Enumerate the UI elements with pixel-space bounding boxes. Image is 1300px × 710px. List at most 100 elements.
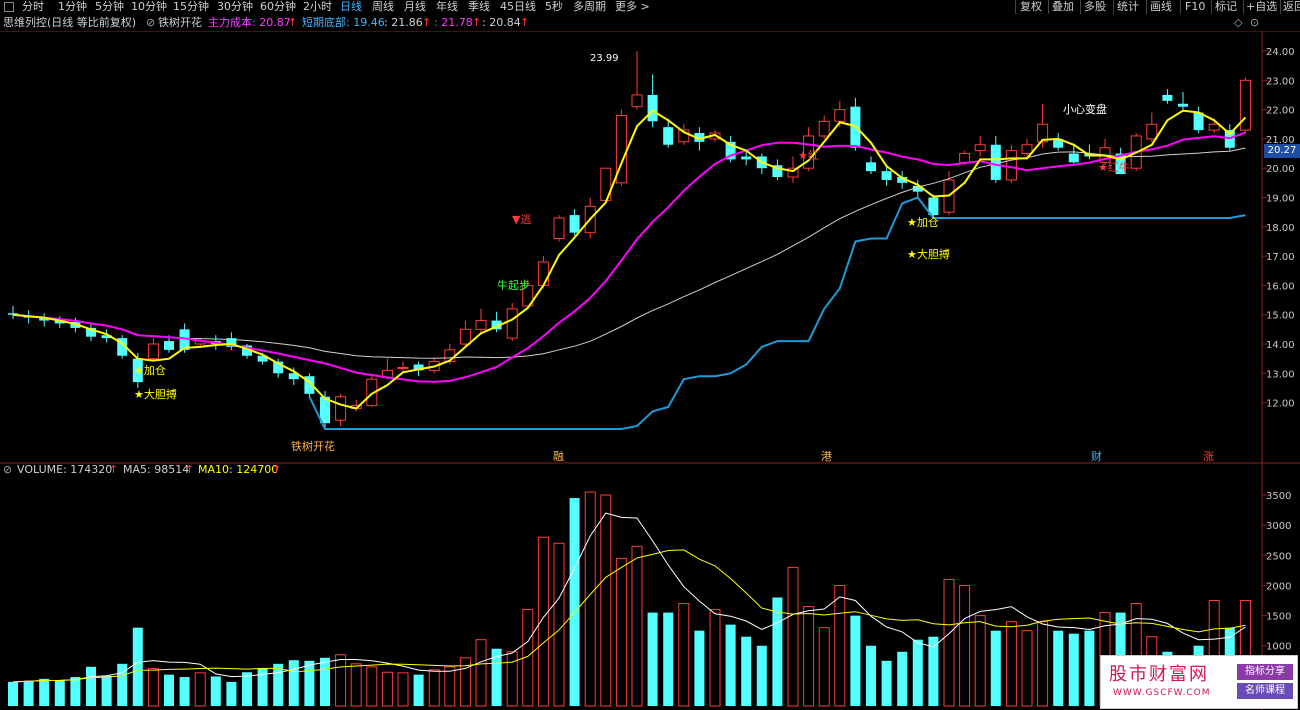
indicator-dropdown-icon[interactable]: ⊘ (146, 15, 155, 31)
indicator-value-2: : 21.86 (384, 16, 423, 29)
draw-line-button[interactable]: 画线 (1150, 0, 1172, 14)
event-marker-margin[interactable]: 融 (553, 450, 564, 463)
candle-up (1146, 123, 1158, 140)
watermark-tag-courses: 名师课程 (1237, 683, 1293, 699)
period-tab-5sec[interactable]: 5秒 (545, 0, 563, 14)
candle-up (834, 109, 846, 122)
period-tab-45day[interactable]: 45日线 (500, 0, 536, 14)
candle-up (1208, 123, 1220, 131)
window-menu-icon[interactable] (4, 2, 14, 12)
back-button[interactable]: 返回 (1283, 0, 1300, 14)
volume-value: VOLUME: 174320 (17, 463, 113, 476)
period-tab-weekly[interactable]: 周线 (372, 0, 394, 14)
period-tab-1min[interactable]: 1分钟 (58, 0, 87, 14)
volume-bar-up (943, 578, 955, 707)
volume-bar-down (273, 663, 284, 706)
volume-ma10: MA10: 124700 (198, 463, 279, 476)
statistics-button[interactable]: 统计 (1117, 0, 1139, 14)
period-tab-5min[interactable]: 5分钟 (95, 0, 124, 14)
price-tick-label: 16.00 (1266, 281, 1295, 292)
volume-bar-up (194, 672, 206, 707)
candle-up (397, 366, 409, 369)
overlay-button[interactable]: 叠加 (1052, 0, 1074, 14)
candle-up (1239, 79, 1251, 131)
period-tab-quarterly[interactable]: 季线 (468, 0, 490, 14)
candle-down (990, 144, 1001, 180)
candle-up (537, 261, 549, 286)
volume-bar-down (1068, 633, 1079, 706)
period-tab-60min[interactable]: 60分钟 (260, 0, 296, 14)
candle-up (335, 396, 347, 421)
watermark-tag-share: 指标分享 (1237, 664, 1293, 680)
volume-bar-down (39, 678, 50, 706)
volume-tick-label: 1500 (1266, 612, 1291, 623)
volume-bars (8, 491, 1251, 707)
settings-icon[interactable]: ⊙ (1250, 15, 1259, 31)
period-tab-10min[interactable]: 10分钟 (131, 0, 167, 14)
short-bottom-value: 短期底部: 19.46 (302, 16, 385, 29)
candle-up (506, 308, 518, 339)
period-tab-multi[interactable]: 多周期 (573, 0, 606, 14)
site-watermark: 股市财富网 WWW.GSCFW.COM 指标分享 名师课程 (1100, 655, 1298, 709)
add-watchlist-button[interactable]: +自选 (1246, 0, 1277, 14)
candle-down (866, 162, 876, 172)
up-arrow-icon: ↑ (272, 463, 282, 476)
volume-bar-up (818, 627, 830, 707)
period-tab-30min[interactable]: 30分钟 (217, 0, 253, 14)
volume-bar-up (1037, 621, 1049, 707)
multi-stock-button[interactable]: 多股 (1084, 0, 1106, 14)
period-tab-yearly[interactable]: 年线 (436, 0, 458, 14)
toolbar-separator (1180, 0, 1181, 14)
price-tick-label: 18.00 (1266, 223, 1295, 234)
price-tick-label: 13.00 (1266, 369, 1295, 380)
kline-chart[interactable]: 24.0023.0022.0021.0020.0019.0018.0017.00… (0, 31, 1300, 710)
volume-bar-up (350, 663, 362, 707)
volume-bar-down (413, 674, 424, 706)
volume-bar-up (834, 584, 846, 707)
up-arrow-icon: ↑ (185, 463, 195, 476)
period-tab-more[interactable]: 更多 > (615, 0, 650, 14)
volume-bar-down (320, 657, 330, 706)
volume-bar-up (475, 639, 487, 707)
stock-title: 思维列控(日线 等比前复权) (3, 16, 137, 29)
candle-up (818, 120, 830, 137)
diamond-icon[interactable]: ◇ (1234, 15, 1242, 31)
volume-bar-up (787, 566, 799, 707)
volume-bar-up (709, 609, 721, 707)
restore-rights-button[interactable]: 复权 (1020, 0, 1042, 14)
volume-tick-label: 2500 (1266, 551, 1291, 562)
event-marker-limit-up[interactable]: 涨 (1203, 450, 1214, 463)
event-marker-hk[interactable]: 港 (821, 450, 832, 463)
candle-down (881, 171, 892, 180)
candle-down (647, 94, 658, 122)
volume-bar-down (1053, 630, 1064, 706)
volume-dropdown-icon[interactable]: ⊘ (3, 462, 12, 478)
volume-tick-label: 1000 (1266, 642, 1291, 653)
volume-bar-down (86, 666, 96, 706)
candle-up (475, 320, 487, 330)
volume-bar-down (101, 675, 112, 706)
indicator-name[interactable]: 铁树开花 (158, 15, 202, 31)
period-tab-intraday[interactable]: 分时 (22, 0, 44, 14)
volume-bar-down (179, 677, 190, 706)
f10-button[interactable]: F10 (1185, 0, 1205, 14)
volume-bar-down (772, 597, 783, 706)
toolbar-separator (1113, 0, 1114, 14)
toolbar-separator (1015, 0, 1016, 14)
volume-bar-up (444, 666, 456, 707)
candle-up (974, 144, 986, 152)
mark-button[interactable]: 标记 (1215, 0, 1237, 14)
bold-bet-signal-2: ★大胆搏 (907, 247, 950, 261)
period-tab-daily[interactable]: 日线 (340, 0, 362, 14)
volume-bar-down (897, 651, 908, 706)
event-marker-finance[interactable]: 财 (1091, 449, 1102, 463)
period-tab-15min[interactable]: 15分钟 (173, 0, 209, 14)
volume-bar-up (335, 654, 347, 707)
period-tab-2h[interactable]: 2小时 (303, 0, 332, 14)
candle-up (959, 153, 971, 163)
watermark-brand: 股市财富网 (1109, 664, 1209, 685)
volume-bar-down (663, 612, 674, 706)
up-arrow-icon: ↑ (109, 463, 119, 476)
toolbar-separator (1280, 0, 1281, 14)
period-tab-monthly[interactable]: 月线 (404, 0, 426, 14)
